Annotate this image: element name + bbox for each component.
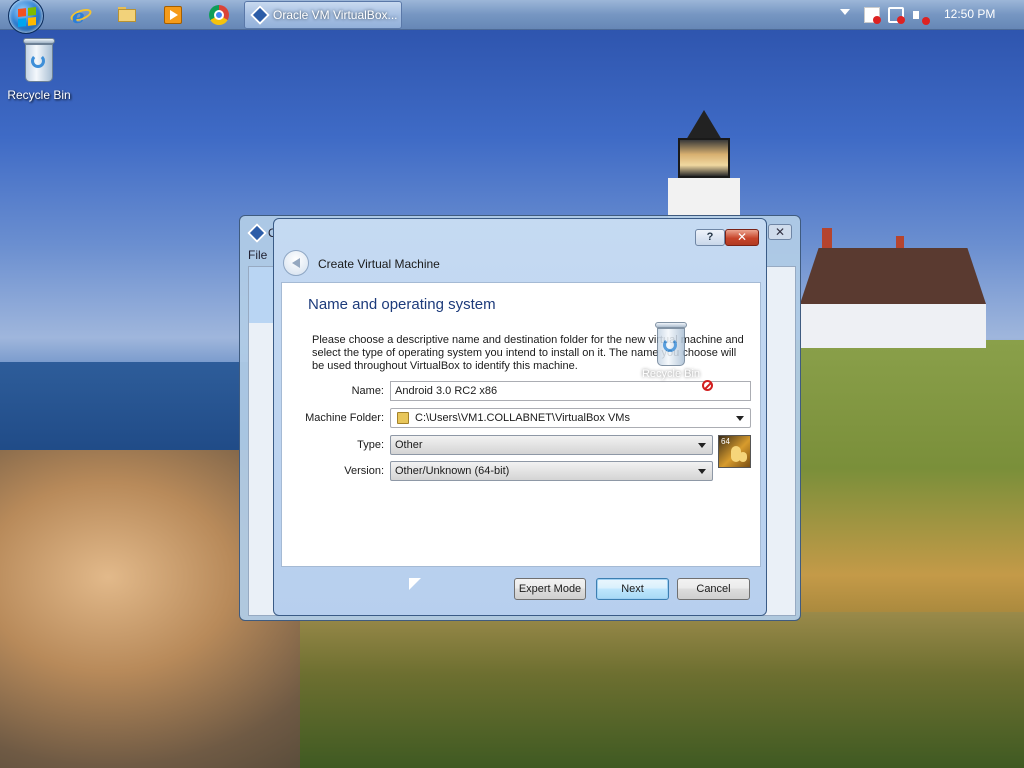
recycle-bin-label: Recycle Bin xyxy=(7,88,71,102)
manager-vm-list-item[interactable] xyxy=(249,267,275,323)
virtualbox-icon xyxy=(250,5,270,25)
clock[interactable]: 12:50 PM xyxy=(944,7,995,21)
recycle-bin-icon xyxy=(655,322,687,366)
taskbar-virtualbox-button[interactable]: Oracle VM VirtualBox... xyxy=(244,1,402,29)
type-label: Type: xyxy=(357,439,384,451)
chrome-icon[interactable] xyxy=(208,4,230,26)
type-select[interactable]: Other xyxy=(390,435,713,455)
taskbar-task-label: Oracle VM VirtualBox... xyxy=(273,8,398,22)
version-value: Other/Unknown (64-bit) xyxy=(395,465,510,477)
windows-logo-icon xyxy=(18,7,36,27)
name-label: Name: xyxy=(351,385,384,397)
media-player-icon[interactable] xyxy=(162,4,184,26)
internet-explorer-icon[interactable]: e xyxy=(68,4,94,28)
machine-folder-select[interactable]: C:\Users\VM1.COLLABNET\VirtualBox VMs xyxy=(390,408,751,428)
chevron-down-icon xyxy=(698,469,706,474)
os-type-icon: 64 xyxy=(718,435,751,468)
manager-close-button[interactable]: ✕ xyxy=(768,224,792,240)
os-64bit-badge: 64 xyxy=(721,437,730,446)
desktop-recycle-bin[interactable]: Recycle Bin xyxy=(6,38,72,102)
drag-ghost-recycle-bin: Recycle Bin xyxy=(640,322,702,390)
version-label: Version: xyxy=(344,465,384,477)
page-heading: Name and operating system xyxy=(308,296,496,313)
create-vm-dialog: ? ✕ Create Virtual Machine Name and oper… xyxy=(273,218,767,616)
wallpaper-house xyxy=(800,228,986,348)
virtualbox-icon xyxy=(247,223,267,243)
help-button[interactable]: ? xyxy=(695,229,725,246)
expert-mode-button[interactable]: Expert Mode xyxy=(514,578,586,600)
folder-icon xyxy=(397,412,409,424)
chevron-down-icon xyxy=(698,443,706,448)
cancel-button[interactable]: Cancel xyxy=(677,578,750,600)
manager-menu-file[interactable]: File xyxy=(248,248,267,262)
drag-ghost-label: Recycle Bin xyxy=(641,368,701,380)
back-arrow-icon[interactable] xyxy=(283,250,309,276)
no-drop-icon xyxy=(702,380,713,391)
machine-folder-label: Machine Folder: xyxy=(305,412,384,424)
system-tray xyxy=(840,4,930,26)
taskbar: e Oracle VM VirtualBox... 12:50 PM xyxy=(0,0,1024,34)
machine-folder-value: C:\Users\VM1.COLLABNET\VirtualBox VMs xyxy=(415,412,630,424)
action-center-icon[interactable] xyxy=(864,7,881,24)
show-hidden-icons-button[interactable] xyxy=(840,7,856,23)
windows-explorer-icon[interactable] xyxy=(116,4,138,26)
mouse-cursor-icon xyxy=(408,577,422,591)
wallpaper-lighthouse xyxy=(664,110,744,220)
volume-icon[interactable] xyxy=(912,7,930,25)
next-button[interactable]: Next xyxy=(596,578,669,600)
start-button[interactable] xyxy=(8,0,44,34)
type-value: Other xyxy=(395,439,423,451)
network-icon[interactable] xyxy=(888,7,905,24)
recycle-bin-icon xyxy=(23,38,55,82)
wallpaper-grass xyxy=(300,612,1024,768)
close-button[interactable]: ✕ xyxy=(725,229,759,246)
chevron-down-icon xyxy=(736,416,744,421)
version-select[interactable]: Other/Unknown (64-bit) xyxy=(390,461,713,481)
dialog-title: Create Virtual Machine xyxy=(318,257,440,271)
